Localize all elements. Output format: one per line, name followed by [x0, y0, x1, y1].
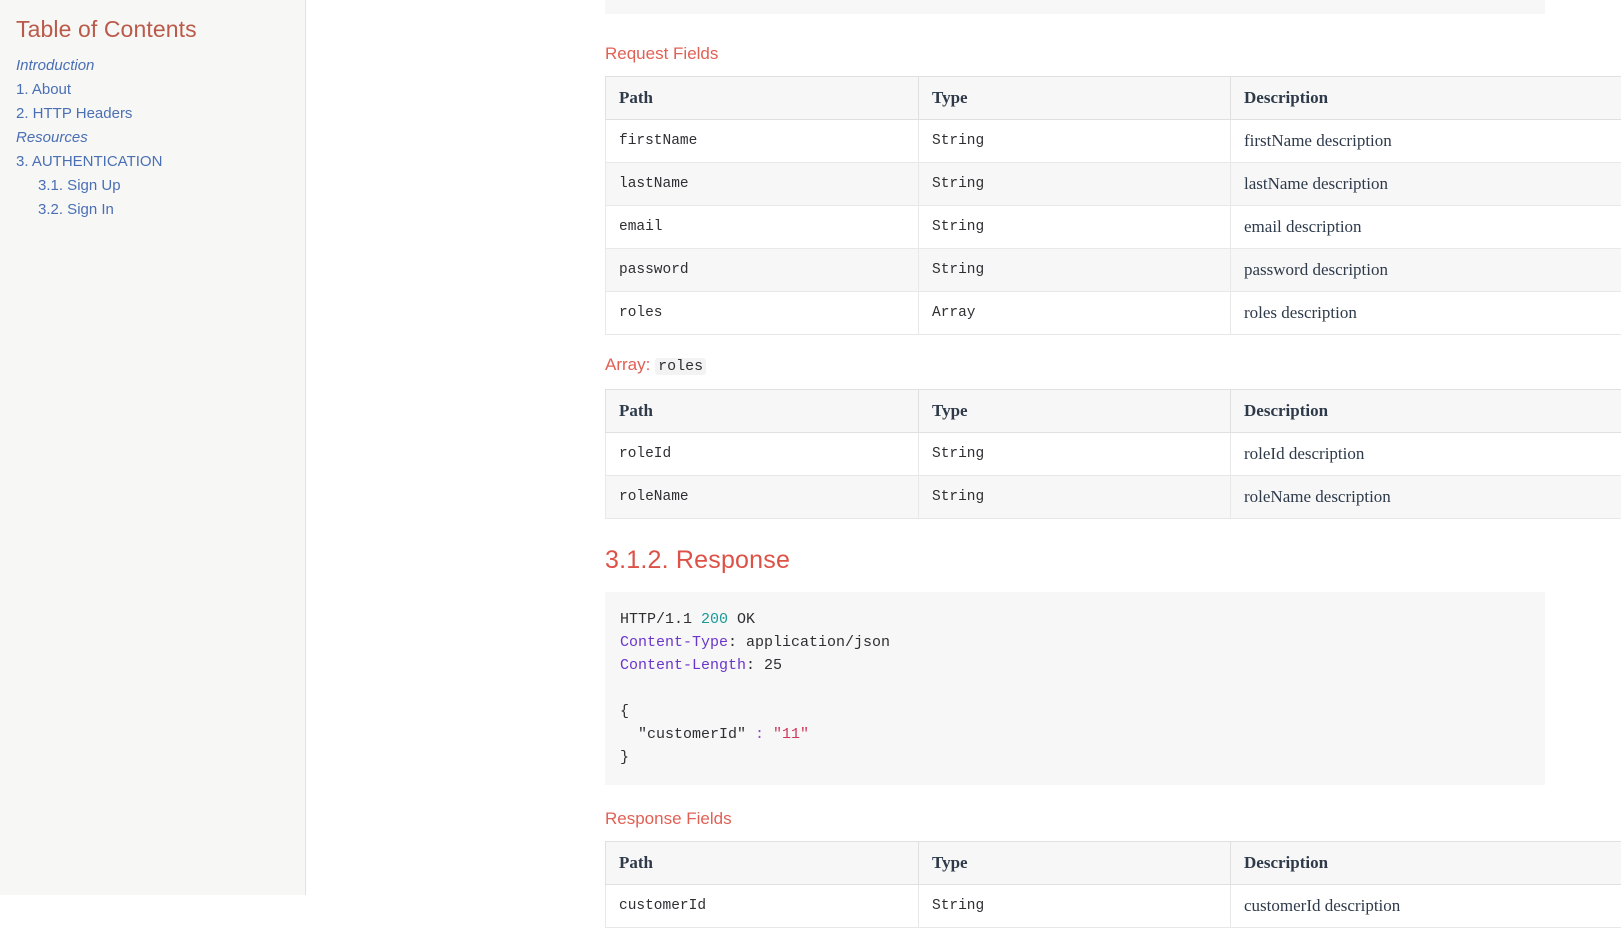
- column-header-path: Path: [605, 389, 919, 433]
- truncated-code-block-above: [605, 0, 1545, 14]
- toc-link-resources[interactable]: Resources: [16, 129, 88, 146]
- toc-item-sign-in[interactable]: 3.2. Sign In: [16, 198, 305, 222]
- table-header-row: Path Type Description: [605, 76, 1621, 120]
- toc-item-resources[interactable]: Resources: [16, 126, 305, 150]
- toc-link-sign-in[interactable]: 3.2. Sign In: [38, 201, 114, 218]
- table-header-row: Path Type Description: [605, 389, 1621, 433]
- response-fields-label: Response Fields: [605, 809, 732, 828]
- table-row: roles Array roles description: [605, 291, 1621, 335]
- cell-type: String: [918, 475, 1231, 519]
- response-section-heading: 3.1.2. Response: [605, 546, 791, 574]
- cell-type: String: [918, 205, 1231, 249]
- table-row: roleName String roleName description: [605, 475, 1621, 519]
- cell-type: String: [918, 884, 1231, 928]
- cell-path: roles: [605, 291, 919, 335]
- code-header-content-length-value: : 25: [746, 657, 783, 674]
- table-header-row: Path Type Description: [605, 841, 1621, 885]
- column-header-type: Type: [918, 389, 1231, 433]
- toc-link-sign-up[interactable]: 3.1. Sign Up: [38, 177, 121, 194]
- cell-path: roleName: [605, 475, 919, 519]
- cell-description: password description: [1230, 248, 1621, 292]
- code-body-value: "11": [764, 726, 810, 743]
- table-row: firstName String firstName description: [605, 119, 1621, 163]
- cell-description: roleId description: [1230, 432, 1621, 476]
- column-header-type: Type: [918, 76, 1231, 120]
- array-roles-label: Array: roles: [605, 354, 1621, 378]
- code-body-colon: :: [755, 726, 765, 743]
- array-roles-label-prefix: Array:: [605, 355, 651, 374]
- cell-type: String: [918, 162, 1231, 206]
- toc-item-introduction[interactable]: Introduction: [16, 54, 305, 78]
- table-row: customerId String customerId description: [605, 884, 1621, 928]
- array-roles-label-code: roles: [655, 358, 707, 375]
- toc-link-authentication[interactable]: 3. AUTHENTICATION: [16, 153, 162, 170]
- table-row: roleId String roleId description: [605, 432, 1621, 476]
- cell-type: String: [918, 119, 1231, 163]
- array-roles-table: Path Type Description roleId String role…: [605, 389, 1621, 519]
- column-header-path: Path: [605, 76, 919, 120]
- cell-description: roleName description: [1230, 475, 1621, 519]
- toc-link-about[interactable]: 1. About: [16, 81, 71, 98]
- cell-description: email description: [1230, 205, 1621, 249]
- toc-list: Introduction 1. About 2. HTTP Headers Re…: [16, 54, 305, 222]
- toc-item-http-headers[interactable]: 2. HTTP Headers: [16, 102, 305, 126]
- toc-item-sign-up[interactable]: 3.1. Sign Up: [16, 174, 305, 198]
- toc-title: Table of Contents: [16, 16, 197, 42]
- code-status-text: OK: [728, 611, 756, 628]
- table-of-contents-sidebar: Table of Contents Introduction 1. About …: [0, 0, 306, 895]
- code-body-key: "customerId": [620, 726, 756, 743]
- column-header-description: Description: [1230, 841, 1621, 885]
- code-header-content-type-name: Content-Type: [620, 634, 729, 651]
- cell-type: String: [918, 248, 1231, 292]
- cell-path: firstName: [605, 119, 919, 163]
- request-fields-table: Path Type Description firstName String f…: [605, 76, 1621, 335]
- cell-path: lastName: [605, 162, 919, 206]
- code-status-code: 200: [701, 611, 729, 628]
- cell-description: firstName description: [1230, 119, 1621, 163]
- cell-path: password: [605, 248, 919, 292]
- response-code-block: HTTP/1.1 200 OK Content-Type: applicatio…: [605, 592, 1545, 785]
- cell-path: email: [605, 205, 919, 249]
- code-body-close-brace: }: [620, 749, 630, 766]
- toc-link-http-headers[interactable]: 2. HTTP Headers: [16, 105, 132, 122]
- request-fields-label: Request Fields: [605, 44, 719, 63]
- table-row: email String email description: [605, 205, 1621, 249]
- toc-item-about[interactable]: 1. About: [16, 78, 305, 102]
- code-header-content-length-name: Content-Length: [620, 657, 747, 674]
- cell-description: lastName description: [1230, 162, 1621, 206]
- column-header-path: Path: [605, 841, 919, 885]
- cell-type: Array: [918, 291, 1231, 335]
- cell-path: roleId: [605, 432, 919, 476]
- column-header-description: Description: [1230, 76, 1621, 120]
- cell-description: customerId description: [1230, 884, 1621, 928]
- column-header-type: Type: [918, 841, 1231, 885]
- response-fields-table: Path Type Description customerId String …: [605, 841, 1621, 928]
- code-body-open-brace: {: [620, 703, 630, 720]
- toc-link-introduction[interactable]: Introduction: [16, 57, 94, 74]
- cell-description: roles description: [1230, 291, 1621, 335]
- code-header-content-type-value: : application/json: [728, 634, 891, 651]
- documentation-content: Request Fields Path Type Description fir…: [605, 0, 1621, 929]
- column-header-description: Description: [1230, 389, 1621, 433]
- table-row: password String password description: [605, 248, 1621, 292]
- code-status-prefix: HTTP/1.1: [620, 611, 702, 628]
- table-row: lastName String lastName description: [605, 162, 1621, 206]
- toc-item-authentication[interactable]: 3. AUTHENTICATION: [16, 150, 305, 174]
- cell-path: customerId: [605, 884, 919, 928]
- cell-type: String: [918, 432, 1231, 476]
